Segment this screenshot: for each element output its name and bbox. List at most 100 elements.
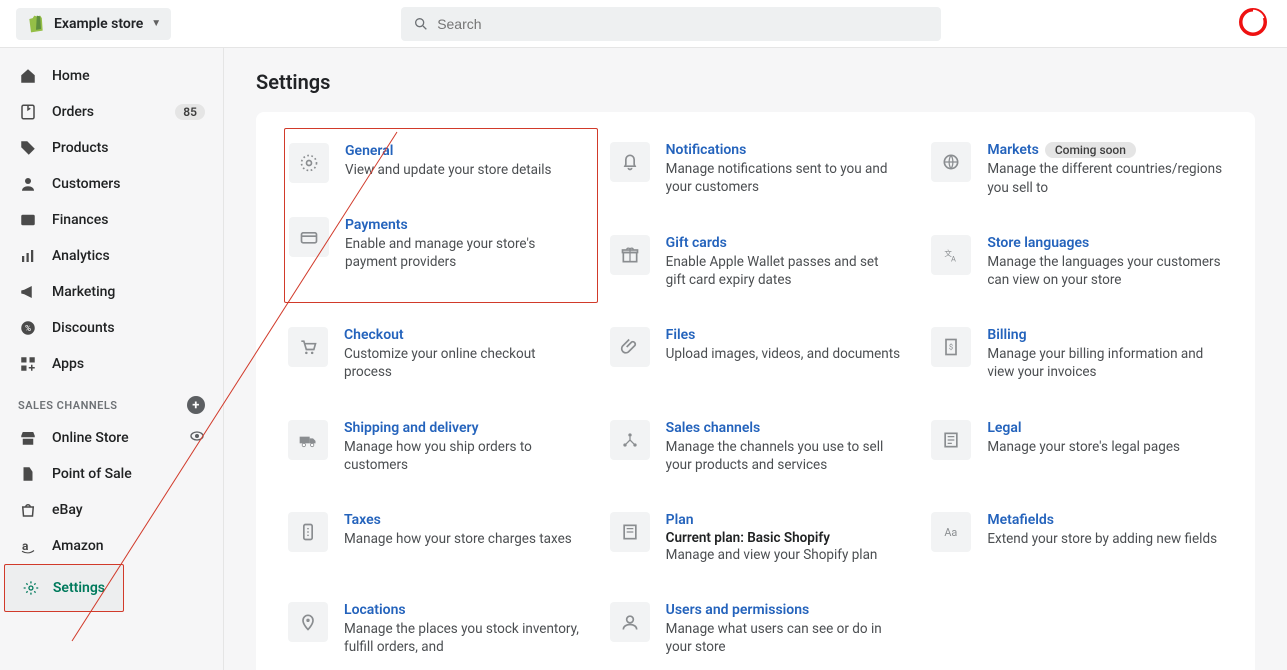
plan-icon (610, 512, 650, 552)
settings-card-files[interactable]: FilesUpload images, videos, and document… (608, 323, 904, 385)
nav-products[interactable]: Products (0, 130, 223, 166)
nav-label: Online Store (52, 430, 129, 446)
analytics-icon (18, 246, 38, 266)
settings-card-plan[interactable]: PlanCurrent plan: Basic ShopifyManage an… (608, 508, 904, 568)
channel-amazon[interactable]: a Amazon (0, 528, 223, 564)
svg-text:%: % (25, 324, 31, 334)
nav-label: Orders (52, 104, 94, 120)
channels-icon (610, 420, 650, 460)
settings-card-saleschannels[interactable]: Sales channels Manage the channels you us… (608, 416, 904, 478)
svg-text:Aa: Aa (945, 526, 958, 539)
caret-down-icon: ▼ (151, 18, 161, 29)
nav-settings[interactable]: Settings (4, 564, 124, 612)
add-channel-button[interactable]: + (187, 396, 205, 414)
nav-label: Marketing (52, 284, 115, 300)
card-desc: View and update your store details (345, 161, 552, 179)
page-title: Settings (256, 70, 1255, 94)
search-bar[interactable] (401, 7, 941, 41)
nav-label: Point of Sale (52, 466, 132, 482)
card-title: Users and permissions (666, 602, 902, 618)
nav-analytics[interactable]: Analytics (0, 238, 223, 274)
settings-card-notifications[interactable]: Notifications Manage notifications sent t… (608, 138, 904, 201)
truck-icon (288, 420, 328, 460)
metafields-icon: Aa (931, 512, 971, 552)
translate-icon: 文A (931, 235, 971, 275)
sidebar: Home Orders 85 Products Customers Financ… (0, 48, 224, 670)
card-desc: Manage the different countries/regions y… (987, 160, 1223, 196)
card-title: Taxes (344, 512, 572, 528)
nav-label: Apps (52, 356, 84, 372)
card-title: Gift cards (666, 235, 902, 251)
card-title: Checkout (344, 327, 580, 343)
globe-icon (931, 142, 971, 182)
card-title: Metafields (987, 512, 1217, 528)
nav-label: eBay (52, 502, 83, 518)
card-title: Sales channels (666, 420, 902, 436)
card-desc: Manage the places you stock inventory, f… (344, 620, 580, 656)
nav-discounts[interactable]: % Discounts (0, 310, 223, 346)
settings-card-payments[interactable]: Payments Enable and manage your store's … (287, 213, 581, 275)
store-switcher[interactable]: Example store ▼ (16, 8, 171, 40)
search-input[interactable] (437, 16, 929, 32)
app-brand-icon (1239, 8, 1267, 36)
gift-icon (610, 235, 650, 275)
settings-card-users[interactable]: Users and permissions Manage what users c… (608, 598, 904, 660)
settings-card-checkout[interactable]: Checkout Customize your online checkout p… (286, 323, 582, 385)
card-desc: Manage notifications sent to you and you… (666, 160, 902, 196)
settings-card-languages[interactable]: 文A Store languagesManage the languages y… (929, 231, 1225, 293)
channel-online-store[interactable]: Online Store (0, 420, 223, 456)
card-title: MarketsComing soon (987, 142, 1223, 158)
nav-finances[interactable]: Finances (0, 202, 223, 238)
gear-icon (23, 579, 39, 597)
card-desc: Manage what users can see or do in your … (666, 620, 902, 656)
nav-home[interactable]: Home (0, 58, 223, 94)
tag-icon (18, 138, 38, 158)
view-store-icon[interactable] (189, 428, 205, 448)
nav-customers[interactable]: Customers (0, 166, 223, 202)
coming-soon-chip: Coming soon (1045, 142, 1136, 158)
bell-icon (610, 142, 650, 182)
card-desc: Enable and manage your store's payment p… (345, 235, 579, 271)
nav-label: Customers (52, 176, 120, 192)
nav-label: Analytics (52, 248, 110, 264)
nav-marketing[interactable]: Marketing (0, 274, 223, 310)
card-desc: Manage the channels you use to sell your… (666, 438, 902, 474)
channel-pos[interactable]: Point of Sale (0, 456, 223, 492)
card-title: Billing (987, 327, 1223, 343)
apps-icon (18, 354, 38, 374)
settings-card-general[interactable]: General View and update your store detai… (287, 139, 581, 187)
nav-orders[interactable]: Orders 85 (0, 94, 223, 130)
nav-label: Discounts (52, 320, 115, 336)
main-content: Settings General View and update your st… (224, 48, 1287, 670)
channel-ebay[interactable]: eBay (0, 492, 223, 528)
settings-card-taxes[interactable]: TaxesManage how your store charges taxes (286, 508, 582, 568)
card-title: Notifications (666, 142, 902, 158)
bag-icon (18, 500, 38, 520)
card-subtitle: Current plan: Basic Shopify (666, 530, 878, 546)
settings-card-markets[interactable]: MarketsComing soon Manage the different c… (929, 138, 1225, 201)
card-desc: Manage your billing information and view… (987, 345, 1223, 381)
settings-card-billing[interactable]: $ Billing Manage your billing information… (929, 323, 1225, 385)
card-title: Files (666, 327, 900, 343)
shopify-logo-icon (26, 14, 46, 34)
nav-apps[interactable]: Apps (0, 346, 223, 382)
settings-card-locations[interactable]: LocationsManage the places you stock inv… (286, 598, 582, 660)
settings-card-shipping[interactable]: Shipping and deliveryManage how you ship… (286, 416, 582, 478)
settings-card-giftcards[interactable]: Gift cardsEnable Apple Wallet passes and… (608, 231, 904, 293)
svg-text:A: A (951, 254, 956, 263)
home-icon (18, 66, 38, 86)
settings-card-metafields[interactable]: Aa MetafieldsExtend your store by adding… (929, 508, 1225, 568)
orders-badge: 85 (175, 104, 205, 120)
svg-text:$: $ (949, 343, 953, 352)
card-desc: Manage your store's legal pages (987, 438, 1180, 456)
discount-icon: % (18, 318, 38, 338)
attachment-icon (610, 327, 650, 367)
svg-text:a: a (22, 539, 29, 553)
receipt-icon: $ (931, 327, 971, 367)
card-desc: Customize your online checkout process (344, 345, 580, 381)
topbar: Example store ▼ (0, 0, 1287, 48)
settings-card-legal[interactable]: LegalManage your store's legal pages (929, 416, 1225, 478)
search-icon (413, 16, 429, 32)
nav-label: Amazon (52, 538, 104, 554)
sales-channels-heading: SALES CHANNELS + (0, 382, 223, 420)
